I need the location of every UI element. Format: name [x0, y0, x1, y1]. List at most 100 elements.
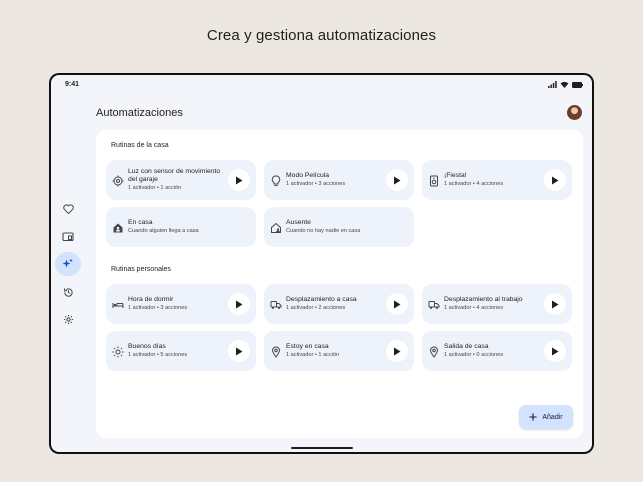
- routine-title: Luz con sensor de movimiento del garaje: [128, 168, 221, 183]
- routine-card[interactable]: ¡Fiesta! 1 activador • 4 acciones: [422, 160, 572, 200]
- routine-card-text: Modo Película 1 activador • 3 acciones: [286, 160, 380, 200]
- routine-subtitle: 1 activador • 2 acciones: [286, 305, 346, 311]
- routine-card[interactable]: Salida de casa 1 activador • 0 acciones: [422, 331, 572, 371]
- routine-card-text: Buenos días 1 activador • 5 acciones: [128, 331, 222, 371]
- signal-icon: [548, 81, 557, 88]
- routine-card-text: Desplazamiento al trabajo 1 activador • 4…: [444, 284, 538, 324]
- play-icon: [236, 300, 243, 308]
- add-button-label: Añadir: [542, 413, 563, 421]
- status-time: 9:41: [65, 81, 80, 88]
- routine-subtitle: 1 activador • 1 acción: [286, 352, 340, 358]
- routine-subtitle: 1 activador • 3 acciones: [286, 181, 346, 187]
- routine-card[interactable]: Buenos días 1 activador • 5 acciones: [106, 331, 256, 371]
- devices-icon: [62, 232, 74, 242]
- run-routine-button[interactable]: [386, 169, 408, 191]
- history-icon: [63, 287, 73, 297]
- routine-card-text: ¡Fiesta! 1 activador • 4 acciones: [444, 160, 538, 200]
- tablet-frame: 9:41 Automatizaciones Rutinas de la casa…: [49, 73, 594, 454]
- routine-title: Desplazamiento a casa: [286, 296, 357, 303]
- play-icon: [552, 300, 559, 308]
- home-away-icon: [270, 221, 282, 233]
- sparkle-icon: [62, 258, 73, 268]
- nav-devices[interactable]: [55, 225, 81, 249]
- nav-automations[interactable]: [55, 252, 81, 276]
- battery-icon: [572, 81, 583, 88]
- routine-title: Modo Película: [286, 172, 330, 179]
- play-icon: [552, 176, 559, 184]
- routine-title: Hora de dormir: [128, 296, 174, 303]
- routine-subtitle: 1 activador • 1 acción: [128, 185, 182, 191]
- routine-title: Desplazamiento al trabajo: [444, 296, 523, 303]
- routine-card-text: Desplazamiento a casa 1 activador • 2 acc…: [286, 284, 380, 324]
- gear-icon: [63, 314, 73, 324]
- routine-title: Buenos días: [128, 343, 166, 350]
- play-icon: [236, 176, 243, 184]
- routine-card[interactable]: Estoy en casa 1 activador • 1 acción: [264, 331, 414, 371]
- routine-card[interactable]: Hora de dormir 1 activador • 3 acciones: [106, 284, 256, 324]
- routine-card[interactable]: Desplazamiento al trabajo 1 activador • 4…: [422, 284, 572, 324]
- routine-subtitle: Cuando alguien llega a casa: [128, 228, 199, 234]
- routine-title: En casa: [128, 219, 153, 226]
- routine-title: ¡Fiesta!: [444, 172, 467, 179]
- nav-favorites[interactable]: [55, 197, 81, 221]
- routine-subtitle: 1 activador • 3 acciones: [128, 305, 188, 311]
- section-title-personal: Rutinas personales: [111, 266, 171, 273]
- run-routine-button[interactable]: [386, 293, 408, 315]
- play-icon: [394, 176, 401, 184]
- section-title-home: Rutinas de la casa: [111, 142, 169, 149]
- routine-card-text: Ausente Cuando no hay nadie en casa: [286, 207, 380, 247]
- routine-card-text: Luz con sensor de movimiento del garaje 1…: [128, 160, 222, 200]
- routine-card[interactable]: Modo Película 1 activador • 3 acciones: [264, 160, 414, 200]
- play-icon: [394, 347, 401, 355]
- run-routine-button[interactable]: [544, 340, 566, 362]
- plus-icon: [529, 413, 537, 421]
- routine-subtitle: 1 activador • 0 acciones: [444, 352, 504, 358]
- bed-icon: [112, 298, 124, 310]
- location-pin-icon: [270, 345, 282, 358]
- run-routine-button[interactable]: [544, 293, 566, 315]
- add-button[interactable]: Añadir: [519, 405, 573, 429]
- routine-subtitle: Cuando no hay nadie en casa: [286, 228, 361, 234]
- play-icon: [236, 347, 243, 355]
- wifi-icon: [560, 81, 569, 88]
- run-routine-button[interactable]: [386, 340, 408, 362]
- commute-icon: [270, 298, 282, 310]
- speaker-icon: [428, 174, 440, 187]
- routine-subtitle: 1 activador • 4 acciones: [444, 305, 504, 311]
- routine-title: Salida de casa: [444, 343, 489, 350]
- nav-settings[interactable]: [55, 307, 81, 331]
- routine-card-text: En casa Cuando alguien llega a casa: [128, 207, 222, 247]
- home-person-icon: [112, 221, 124, 233]
- routine-card-text: Estoy en casa 1 activador • 1 acción: [286, 331, 380, 371]
- app-screen: 9:41 Automatizaciones Rutinas de la casa…: [51, 75, 592, 452]
- routine-subtitle: 1 activador • 5 acciones: [128, 352, 188, 358]
- routine-card-text: Salida de casa 1 activador • 0 acciones: [444, 331, 538, 371]
- automations-panel: Rutinas de la casa Luz con sensor de mov…: [96, 130, 583, 438]
- play-icon: [394, 300, 401, 308]
- page-title: Automatizaciones: [96, 107, 183, 119]
- lightbulb-icon: [270, 174, 282, 186]
- routine-card[interactable]: Desplazamiento a casa 1 activador • 2 acc…: [264, 284, 414, 324]
- routine-title: Ausente: [286, 219, 311, 226]
- routine-title: Estoy en casa: [286, 343, 329, 350]
- run-routine-button[interactable]: [228, 169, 250, 191]
- routine-card[interactable]: En casa Cuando alguien llega a casa: [106, 207, 256, 247]
- routine-card-text: Hora de dormir 1 activador • 3 acciones: [128, 284, 222, 324]
- location-pin-icon: [428, 345, 440, 358]
- commute-icon: [428, 298, 440, 310]
- routine-card[interactable]: Luz con sensor de movimiento del garaje 1…: [106, 160, 256, 200]
- heart-icon: [62, 204, 74, 214]
- status-icons: [548, 81, 583, 88]
- routine-card[interactable]: Ausente Cuando no hay nadie en casa: [264, 207, 414, 247]
- home-indicator: [291, 447, 353, 449]
- run-routine-button[interactable]: [228, 293, 250, 315]
- headline: Crea y gestiona automatizaciones: [206, 27, 437, 44]
- avatar[interactable]: [567, 105, 582, 120]
- play-icon: [552, 347, 559, 355]
- routine-subtitle: 1 activador • 4 acciones: [444, 181, 504, 187]
- sun-icon: [112, 345, 124, 358]
- nav-activity[interactable]: [55, 280, 81, 304]
- motion-sensor-icon: [112, 174, 124, 187]
- run-routine-button[interactable]: [228, 340, 250, 362]
- run-routine-button[interactable]: [544, 169, 566, 191]
